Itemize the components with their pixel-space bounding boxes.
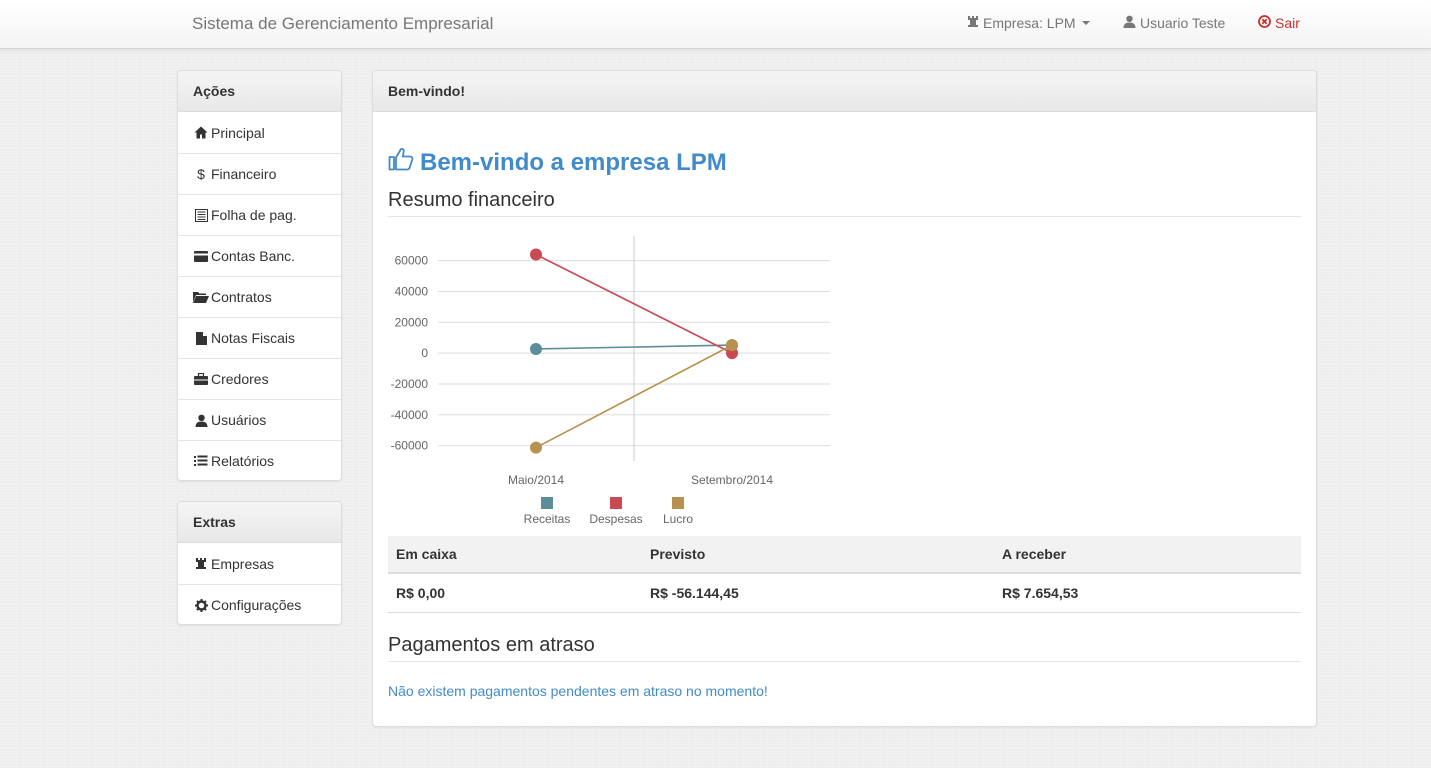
sidebar-item-label: Principal	[211, 124, 265, 141]
table-header-row: Em caixa Previsto A receber	[388, 536, 1301, 574]
welcome-text: Bem-vindo a empresa LPM	[420, 148, 727, 176]
table-row: R$ 0,00 R$ -56.144,45 R$ 7.654,53	[388, 573, 1301, 613]
cog-icon	[193, 598, 209, 612]
legend-swatch-receitas	[541, 497, 553, 509]
briefcase-icon	[193, 372, 209, 386]
financial-summary-table: Em caixa Previsto A receber R$ 0,00 R$ -…	[388, 536, 1301, 613]
user-menu[interactable]: Usuario Teste	[1123, 15, 1225, 31]
sidebar-item-label: Contas Banc.	[211, 248, 296, 264]
data-point-receitas	[530, 342, 542, 355]
data-point-lucro	[726, 339, 738, 352]
sidebar-item-label: Empresas	[211, 555, 275, 572]
sidebar-item-label: Folha de pag.	[211, 207, 297, 223]
sidebar-item-label: Financeiro	[211, 166, 277, 182]
sidebar-item-label: Relatórios	[211, 453, 275, 469]
legend-swatch-lucro	[672, 497, 684, 509]
list-icon	[193, 454, 209, 468]
data-point-despesas	[530, 248, 542, 261]
empresa-label: Empresa: LPM	[983, 15, 1076, 31]
close-circle-icon	[1258, 15, 1275, 31]
user-icon	[1123, 15, 1140, 31]
folder-open-icon	[193, 290, 209, 304]
top-navbar: Sistema de Gerenciamento Empresarial Emp…	[0, 0, 1431, 49]
legend-label-despesas: Despesas	[589, 512, 642, 526]
tower-icon	[967, 15, 983, 31]
sidebar-item-label: Contratos	[211, 289, 272, 305]
y-tick-label: 0	[421, 346, 428, 360]
y-tick-label: 60000	[395, 254, 429, 268]
acoes-panel: Ações Principal $ Financeiro Folha de pa…	[177, 70, 342, 481]
sidebar-item-notas[interactable]: Notas Fiscais	[178, 317, 341, 358]
resumo-title: Resumo financeiro	[388, 189, 1301, 217]
col-em-caixa: Em caixa	[388, 536, 642, 574]
y-tick-label: -20000	[391, 377, 429, 391]
list-alt-icon	[193, 208, 209, 222]
sidebar-item-label: Credores	[211, 371, 269, 387]
sidebar-item-usuarios[interactable]: Usuários	[178, 399, 341, 440]
y-tick-label: -60000	[391, 439, 429, 453]
atraso-title: Pagamentos em atraso	[388, 634, 1301, 662]
legend-label-receitas: Receitas	[524, 512, 571, 526]
extras-panel: Extras Empresas Configurações	[177, 501, 342, 625]
user-icon	[193, 413, 209, 427]
welcome-heading: Bem-vindo a empresa LPM	[388, 147, 727, 178]
tower-icon	[193, 557, 209, 571]
sidebar-item-configuracoes[interactable]: Configurações	[178, 584, 341, 624]
app-brand[interactable]: Sistema de Gerenciamento Empresarial	[192, 14, 493, 34]
y-tick-label: 20000	[395, 315, 429, 329]
user-label: Usuario Teste	[1140, 15, 1226, 31]
em-caixa-value: R$ 0,00	[388, 573, 642, 613]
dollar-icon: $	[197, 166, 205, 182]
thumbs-up-icon	[388, 147, 420, 178]
main-panel-title: Bem-vindo!	[373, 71, 1316, 112]
credit-card-icon	[193, 249, 209, 263]
file-icon	[193, 331, 209, 345]
sidebar-item-label: Configurações	[211, 597, 302, 613]
extras-title: Extras	[178, 502, 341, 543]
y-tick-label: -40000	[391, 408, 429, 422]
legend-label-lucro: Lucro	[663, 512, 693, 526]
acoes-title: Ações	[178, 71, 341, 112]
previsto-value: R$ -56.144,45	[642, 573, 994, 613]
sidebar-item-credores[interactable]: Credores	[178, 358, 341, 399]
logout-label: Sair	[1275, 15, 1300, 31]
sidebar-item-relatorios[interactable]: Relatórios	[178, 440, 341, 480]
logout-link[interactable]: Sair	[1258, 15, 1300, 31]
y-tick-label: 40000	[395, 284, 429, 298]
data-point-lucro	[530, 441, 542, 454]
atraso-message: Não existem pagamentos pendentes em atra…	[388, 683, 768, 699]
sidebar-item-contratos[interactable]: Contratos	[178, 276, 341, 317]
sidebar-item-empresas[interactable]: Empresas	[178, 543, 341, 584]
col-a-receber: A receber	[994, 536, 1301, 574]
sidebar-item-folha[interactable]: Folha de pag.	[178, 194, 341, 235]
caret-down-icon	[1081, 21, 1090, 25]
sidebar-item-label: Usuários	[211, 412, 267, 428]
financial-line-chart: 60000 40000 20000 0 -20000 -40000 -60000 Maio/2…	[391, 236, 830, 526]
sidebar-item-principal[interactable]: Principal	[178, 112, 341, 153]
a-receber-value: R$ 7.654,53	[994, 573, 1301, 613]
x-tick-label: Setembro/2014	[691, 473, 773, 487]
x-tick-label: Maio/2014	[508, 473, 564, 487]
sidebar-item-contas[interactable]: Contas Banc.	[178, 235, 341, 276]
sidebar-item-label: Notas Fiscais	[211, 330, 296, 346]
sidebar-item-financeiro[interactable]: $ Financeiro	[178, 153, 341, 194]
home-icon	[193, 126, 209, 140]
col-previsto: Previsto	[642, 536, 994, 574]
legend-swatch-despesas	[610, 497, 622, 509]
empresa-dropdown[interactable]: Empresa: LPM	[967, 15, 1090, 31]
